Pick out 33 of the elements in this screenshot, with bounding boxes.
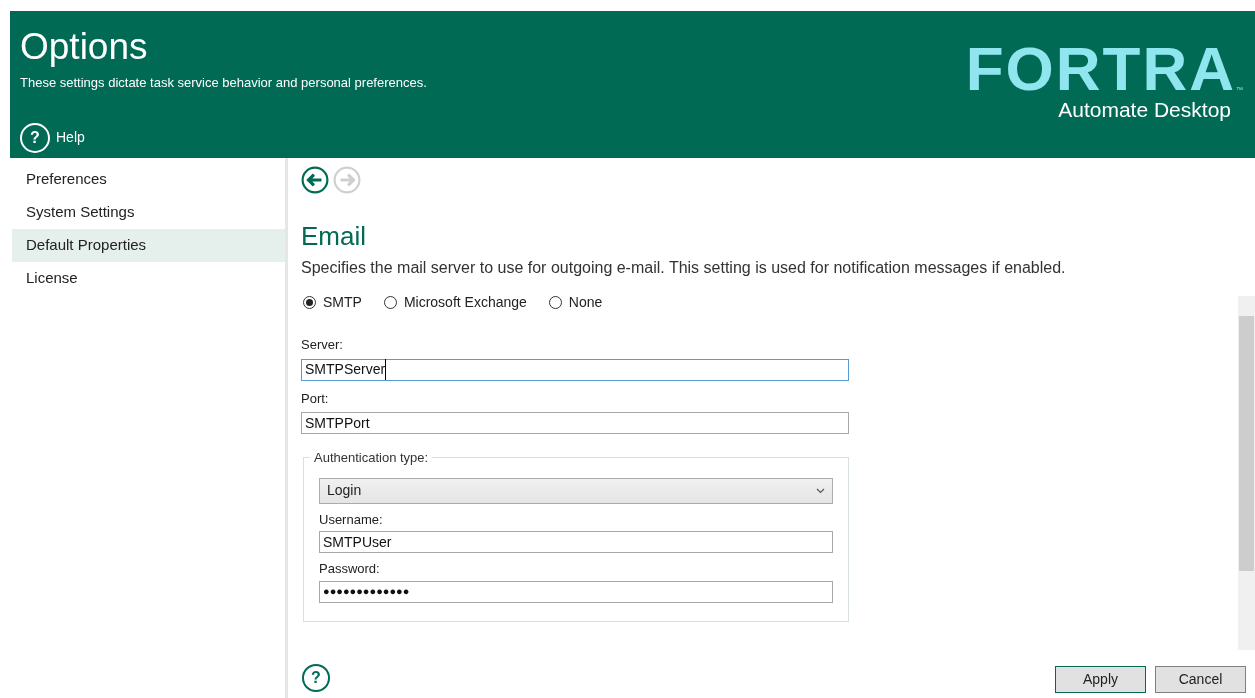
chevron-down-icon: [816, 487, 825, 494]
help-button[interactable]: ? Help: [20, 122, 85, 153]
field-label: Port:: [301, 389, 329, 408]
scrollbar[interactable]: [1238, 296, 1255, 650]
dialog-button[interactable]: Cancel: [1155, 666, 1246, 693]
logo-wordmark: FORTRA: [965, 41, 1236, 97]
field-label: Username:: [319, 510, 383, 529]
input-field[interactable]: SMTPPort: [301, 412, 849, 434]
radio-label[interactable]: SMTP: [323, 292, 362, 313]
product-name: Automate Desktop: [1058, 97, 1231, 123]
dialog-button[interactable]: Apply: [1055, 666, 1146, 693]
authentication-dropdown[interactable]: Login: [319, 477, 833, 504]
radio-button[interactable]: [303, 296, 316, 309]
input-field[interactable]: SMTPServer: [301, 358, 849, 381]
subtitle: These settings dictate task service behavior and personal preferences.: [20, 74, 427, 92]
window-title: Options: [20, 25, 148, 69]
radio-label[interactable]: None: [568, 292, 603, 313]
radio-button[interactable]: [383, 296, 397, 309]
group-legend: Authentication type:: [310, 448, 433, 468]
help-icon[interactable]: ?: [302, 664, 330, 692]
help-icon: ?: [20, 122, 50, 153]
radio-button[interactable]: [548, 296, 562, 309]
input-field[interactable]: SMTPUser: [319, 531, 833, 553]
sidebar-item[interactable]: Default Properties: [12, 229, 285, 262]
field-label: Server:: [301, 336, 343, 354]
sidebar-item[interactable]: License: [12, 262, 285, 295]
section-description: Specifies the mail server to use for outgoing e-mail. This setting is used for notification messages if enabled.: [301, 258, 1066, 278]
section-title: Email: [301, 220, 366, 252]
field-label: Password:: [319, 560, 380, 578]
sidebar-item[interactable]: Preferences: [12, 163, 285, 196]
sidebar-item[interactable]: System Settings: [12, 196, 285, 229]
password-field[interactable]: ●●●●●●●●●●●●●: [319, 580, 833, 603]
radio-label[interactable]: Microsoft Exchange: [403, 292, 527, 313]
